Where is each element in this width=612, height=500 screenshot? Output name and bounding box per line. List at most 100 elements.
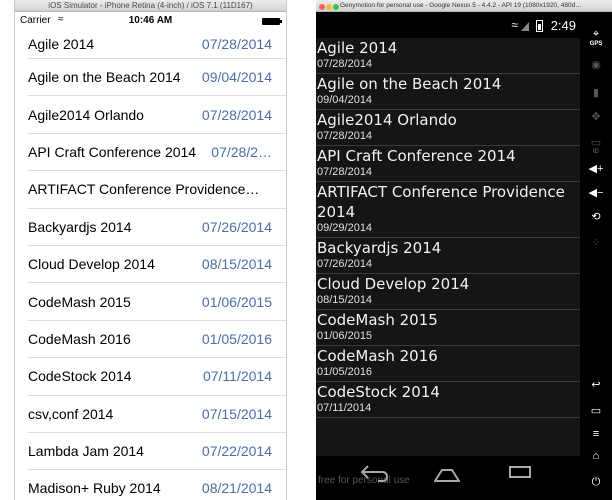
- conference-date: 07/15/2014: [201, 405, 272, 422]
- signal-icon: [521, 22, 529, 31]
- conference-name: Backyardjs 2014: [317, 239, 442, 257]
- volume-up-icon[interactable]: ◀+: [580, 162, 612, 175]
- conference-name: Agile 2014: [28, 36, 95, 52]
- conference-name: Cloud Develop 2014: [317, 275, 470, 293]
- conference-date: 01/05/2016: [317, 366, 373, 378]
- list-item[interactable]: csv,conf 2014 07/15/2014: [28, 396, 286, 433]
- conference-name: CodeMash 2016: [317, 347, 438, 365]
- list-item[interactable]: API Craft Conference 2014 07/28/2…: [28, 134, 286, 172]
- conference-date: 08/21/2014: [201, 480, 272, 497]
- emulator-side-toolbar: ⌖ GPS ◉ ▮ ✥ ▭ ID ◀+ ◀− ⟲ ⁘ ↩ ▭ ≡ ⌂ ⏻: [580, 12, 612, 500]
- conference-name: CodeMash 2015: [317, 311, 438, 329]
- close-window-button[interactable]: [319, 4, 325, 10]
- conference-name: Agile 2014: [317, 39, 398, 57]
- id-icon[interactable]: ▭ ID: [580, 136, 612, 155]
- android-status-bar: ≈ 2:49: [316, 12, 580, 38]
- list-item[interactable]: Lambda Jam 2014 07/22/2014: [28, 433, 286, 471]
- conference-date: 07/22/2014: [201, 443, 272, 460]
- conference-name: API Craft Conference 2014: [317, 147, 516, 165]
- home-icon[interactable]: ⌂: [580, 450, 612, 462]
- conference-name: CodeStock 2014: [317, 383, 440, 401]
- list-item[interactable]: Cloud Develop 2014 08/15/2014: [316, 274, 580, 310]
- list-item[interactable]: Cloud Develop 2014 08/15/2014: [28, 246, 286, 284]
- power-icon[interactable]: ⏻: [580, 476, 612, 489]
- list-item[interactable]: Agile2014 Orlando 07/28/2014: [316, 110, 580, 146]
- conference-name: Agile on the Beach 2014: [317, 75, 502, 93]
- back-icon[interactable]: [360, 462, 390, 490]
- conference-name: Cloud Develop 2014: [28, 256, 155, 273]
- list-item[interactable]: Agile on the Beach 2014 09/04/2014: [28, 59, 286, 97]
- zoom-window-button[interactable]: [333, 4, 339, 10]
- conference-date: 07/28/2014: [317, 130, 373, 142]
- list-item[interactable]: Agile2014 Orlando 07/28/2014: [28, 96, 286, 134]
- wifi-icon: ≈: [511, 18, 518, 32]
- conference-date: 07/26/2014: [201, 218, 272, 235]
- conference-name: API Craft Conference 2014: [28, 143, 197, 160]
- list-item[interactable]: ARTIFACT Conference Providence 2014 09/29…: [316, 182, 580, 238]
- list-item[interactable]: CodeMash 2016 01/05/2016: [316, 346, 580, 382]
- conference-name: Agile2014 Orlando: [317, 111, 457, 129]
- recent-apps-icon[interactable]: [509, 466, 531, 478]
- conference-date: 07/28/2014: [201, 106, 272, 123]
- conference-date: 01/06/2015: [317, 330, 373, 342]
- home-icon[interactable]: [433, 468, 461, 482]
- conference-name: Agile2014 Orlando: [28, 106, 144, 123]
- conference-date: 07/28/2014: [317, 166, 373, 178]
- list-item[interactable]: Backyardjs 2014 07/26/2014: [28, 209, 286, 246]
- conference-name: Backyardjs 2014: [28, 218, 132, 235]
- conference-date: 07/26/2014: [317, 258, 373, 270]
- conference-date: 01/05/2016: [201, 330, 272, 347]
- pixel-perfect-icon[interactable]: ⁘: [580, 236, 612, 249]
- recent-apps-icon[interactable]: ▭: [580, 404, 612, 417]
- conference-date: 07/28/2014: [317, 58, 373, 70]
- ios-status-bar: Carrier ≈ 10:46 AM: [15, 12, 286, 30]
- ios-simulator-window: iOS Simulator - iPhone Retina (4-inch) /…: [14, 0, 287, 500]
- battery-icon: [262, 18, 282, 25]
- conference-name: Lambda Jam 2014: [28, 443, 144, 460]
- conference-name: Agile on the Beach 2014: [28, 69, 181, 86]
- battery-icon[interactable]: ▮: [580, 86, 612, 99]
- android-window-title-text: Genymotion for personal use - Google Nex…: [340, 2, 582, 9]
- conference-name: ARTIFACT Conference Providence 2014: [317, 183, 565, 221]
- volume-down-icon[interactable]: ◀−: [580, 186, 612, 199]
- back-icon[interactable]: ↩: [580, 378, 612, 391]
- ios-window-title: iOS Simulator - iPhone Retina (4-inch) /…: [15, 0, 286, 12]
- rotate-icon[interactable]: ⟲: [580, 210, 612, 223]
- conference-date: 09/29/2014: [317, 222, 373, 234]
- list-item[interactable]: API Craft Conference 2014 07/28/2014: [316, 146, 580, 182]
- dpad-icon[interactable]: ✥: [580, 110, 612, 123]
- minimize-window-button[interactable]: [326, 4, 332, 10]
- conference-name: CodeStock 2014: [28, 368, 132, 385]
- android-emulator-window: Genymotion for personal use - Google Nex…: [316, 0, 612, 500]
- list-item[interactable]: Agile 2014 07/28/2014: [28, 30, 286, 59]
- list-item[interactable]: CodeMash 2015 01/06/2015: [28, 283, 286, 321]
- conference-date: 09/04/2014: [201, 69, 272, 86]
- menu-icon[interactable]: ≡: [580, 428, 612, 440]
- list-item[interactable]: Backyardjs 2014 07/26/2014: [316, 238, 580, 274]
- status-time: 2:49: [550, 18, 576, 33]
- gps-icon[interactable]: ⌖ GPS: [580, 28, 612, 47]
- conference-date: 07/28/2…: [211, 143, 272, 160]
- list-item[interactable]: ARTIFACT Conference Providence…: [28, 171, 286, 209]
- conference-date: 01/06/2015: [201, 293, 272, 310]
- conference-date: 07/11/2014: [202, 368, 272, 385]
- list-item[interactable]: CodeMash 2016 01/05/2016: [28, 321, 286, 359]
- conference-name: CodeMash 2015: [28, 293, 131, 310]
- status-time: 10:46 AM: [128, 15, 173, 26]
- conference-list: Agile 2014 07/28/2014 Agile on the Beach 2…: [316, 38, 580, 456]
- list-item[interactable]: Agile 2014 07/28/2014: [316, 38, 580, 74]
- list-item[interactable]: CodeMash 2015 01/06/2015: [316, 310, 580, 346]
- conference-date: 07/28/2014: [201, 36, 272, 52]
- list-item[interactable]: CodeStock 2014 07/11/2014: [28, 358, 286, 396]
- list-item[interactable]: CodeStock 2014 07/11/2014: [316, 382, 580, 418]
- id-label: ID: [593, 149, 599, 155]
- battery-icon: [536, 20, 543, 32]
- list-item[interactable]: Agile on the Beach 2014 09/04/2014: [316, 74, 580, 110]
- gps-label: GPS: [589, 41, 603, 47]
- camera-icon[interactable]: ◉: [580, 58, 612, 71]
- window-controls[interactable]: [319, 3, 340, 11]
- android-nav-bar: free for personal use: [316, 456, 580, 500]
- list-item[interactable]: Madison+ Ruby 2014 08/21/2014: [28, 470, 286, 500]
- conference-date: 08/15/2014: [201, 256, 272, 273]
- conference-date: 08/15/2014: [317, 294, 373, 306]
